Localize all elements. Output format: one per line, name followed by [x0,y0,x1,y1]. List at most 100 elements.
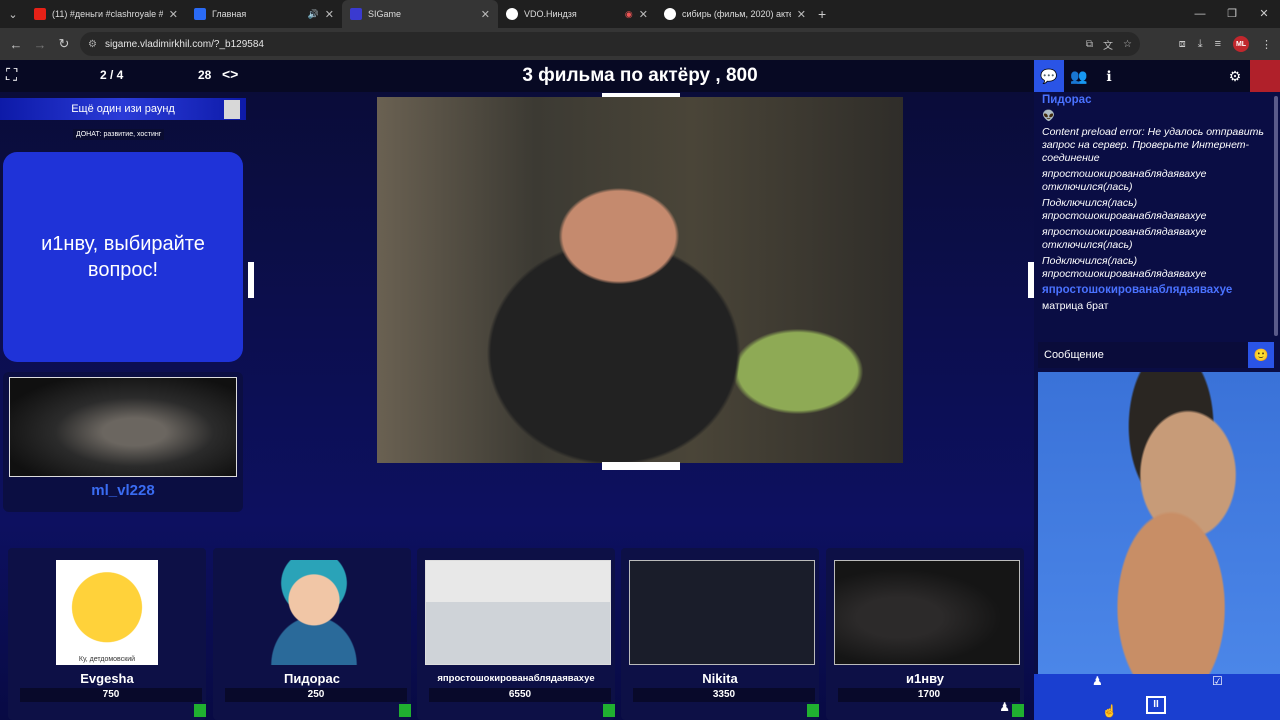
extensions-icon[interactable]: ⧈ [1179,38,1186,51]
game-top-bar: ⛶ 2 / 4 28 <> 3 фильма по актёру , 800 [0,60,1034,92]
menu-kebab-icon[interactable]: ⋮ [1261,38,1272,51]
player-avatar [221,560,407,665]
emoji-picker-icon[interactable]: 🙂 [1248,342,1274,368]
browser-tab[interactable]: сибирь (фильм, 2020) актеры ✕ [656,0,814,28]
user-avatar-icon[interactable] [1250,60,1280,92]
host-name: ml_vl228 [91,482,155,499]
player-card[interactable]: Пидорас 250 [213,548,411,720]
sigame-logo-icon[interactable]: ⛶ [6,67,17,85]
record-icon[interactable]: ◉ [625,9,633,20]
ready-indicator [399,704,411,717]
player-card[interactable]: и1нву 1700 ♟ [826,548,1024,720]
forward-icon[interactable]: → [28,37,52,52]
media-icon[interactable]: ≡ [1215,38,1221,50]
browser-tab[interactable]: (11) #деньги #clashroyale #ca ✕ [26,0,186,28]
browser-tab[interactable]: VDO.Ниндзя ◉ ✕ [498,0,656,28]
url-text[interactable]: sigame.vladimirkhil.com/?_b129584 [105,39,264,50]
ready-indicator [1012,704,1024,717]
player-avatar: Ку, детдомовский [56,560,158,665]
pawn-icon: ♟ [999,700,1010,714]
info-tab-icon[interactable]: ℹ [1094,60,1124,92]
question-title: 3 фильма по актёру , 800 [522,65,758,86]
player-name: и1нву [906,671,944,686]
restore-icon[interactable]: ❐ [1216,0,1248,28]
chat-system-message: япростошокированаблядаявахуе отключился(… [1042,168,1207,193]
new-tab-icon[interactable]: + [818,6,826,22]
chat-log: Пидорас 👽 Content preload error: Не удал… [1042,94,1270,344]
chat-message: матрица брат [1042,300,1109,312]
host-card: ml_vl228 [3,372,243,512]
address-bar-row: ← → ↻ ⚙ sigame.vladimirkhil.com/?_b12958… [0,28,1280,60]
browser-tab-strip: ⌄ (11) #деньги #clashroyale #ca ✕ Главна… [0,0,1280,28]
pawn-icon[interactable]: ♟ [1092,674,1103,688]
player-card[interactable]: Nikita 3350 [621,548,819,720]
ready-indicator [603,704,615,717]
tab-search-icon[interactable]: ⌄ [0,0,26,28]
player-avatar [629,560,815,665]
image-bottom-bar [602,462,680,470]
sigame-app: ⛶ 2 / 4 28 <> 3 фильма по актёру , 800 Е… [0,60,1280,720]
mouse-cursor-icon: ☝ [1102,704,1117,718]
close-icon[interactable]: ✕ [169,8,178,21]
close-icon[interactable]: ✕ [481,8,490,21]
vdo-ninja-icon [506,8,518,20]
site-info-icon[interactable]: ⚙ [88,39,97,50]
cast-icon[interactable]: ⧉ [1086,39,1093,50]
ready-indicator [194,704,206,717]
player-name: Evgesha [80,671,134,686]
left-resize-handle[interactable] [248,262,254,298]
chat-system-message: Подключился(лась) япростошокированабляда… [1042,197,1207,222]
omnibox-actions: ⧉ 文 ☆ [1086,32,1132,56]
control-bar: ♟ ☑ II ☝ [1034,674,1280,720]
chat-scrollbar[interactable] [1274,96,1278,336]
bookmark-star-icon[interactable]: ☆ [1123,39,1132,50]
close-icon[interactable]: ✕ [797,8,806,21]
message-input[interactable]: Сообщение [1038,342,1250,368]
browser-toolbar: ⧈ ⤓ ≡ ML ⋮ [1179,28,1272,60]
player-avatar [834,560,1020,665]
player-name: Nikita [702,671,738,686]
player-card[interactable]: япростошокированаблядаявахуе 6550 [417,548,615,720]
players-tab-icon[interactable]: 👥 [1064,60,1094,92]
ready-indicator [807,704,819,717]
donate-link[interactable]: ДОНАТ: развитие, хостинг [73,129,165,140]
chat-system-message: Подключился(лась) япростошокированабляда… [1042,255,1207,280]
back-icon[interactable]: ← [4,37,28,52]
chat-info-message: Content preload error: Не удалось отправ… [1042,126,1264,164]
profile-avatar[interactable]: ML [1233,36,1249,52]
chat-system-message: япростошокированаблядаявахуе отключился(… [1042,226,1207,251]
pause-button[interactable]: II [1146,696,1166,714]
player-card[interactable]: Ку, детдомовский Evgesha 750 [8,548,206,720]
round-toggle[interactable] [224,100,240,119]
close-icon[interactable]: ✕ [325,8,334,21]
close-window-icon[interactable]: ✕ [1248,0,1280,28]
youtube-studio-icon [194,8,206,20]
minimize-icon[interactable]: — [1184,0,1216,28]
right-panel: 💬 👥 ℹ ⚙ Пидорас 👽 Content preload error:… [1034,60,1280,720]
omnibox[interactable]: ⚙ sigame.vladimirkhil.com/?_b129584 ⧉ 文 … [80,32,1140,56]
checkbox-icon[interactable]: ☑ [1212,674,1223,688]
speaker-icon[interactable]: 🔊 [308,9,319,20]
chat-tab-icon[interactable]: 💬 [1034,60,1064,92]
player-score: 3350 [633,688,815,702]
download-icon[interactable]: ⤓ [1198,38,1203,51]
player-name: япростошокированаблядаявахуе [437,673,595,684]
players-row: Ку, детдомовский Evgesha 750 Пидорас 250… [0,548,1034,720]
browser-tab-active[interactable]: SIGame ✕ [342,0,498,28]
browser-tab[interactable]: Главная 🔊 ✕ [186,0,342,28]
right-panel-tabs: 💬 👥 ℹ ⚙ [1034,60,1280,92]
google-icon [664,8,676,20]
next-round-button[interactable]: Ещё один изи раунд [0,98,246,120]
youtube-icon [34,8,46,20]
code-arrows-icon[interactable]: <> [222,66,238,82]
translate-icon[interactable]: 文 [1103,37,1113,52]
player-score: 250 [225,688,407,702]
sigame-icon [350,8,362,20]
reload-icon[interactable]: ↻ [52,36,76,52]
avatar-caption: Ку, детдомовский [56,656,158,663]
settings-gear-icon[interactable]: ⚙ [1220,60,1250,92]
close-icon[interactable]: ✕ [639,8,648,21]
player-name: Пидорас [284,671,340,686]
chat-author: япростошокированаблядаявахуе [1042,284,1233,296]
showman-message: и1нву, выбирайте вопрос! [3,152,243,362]
